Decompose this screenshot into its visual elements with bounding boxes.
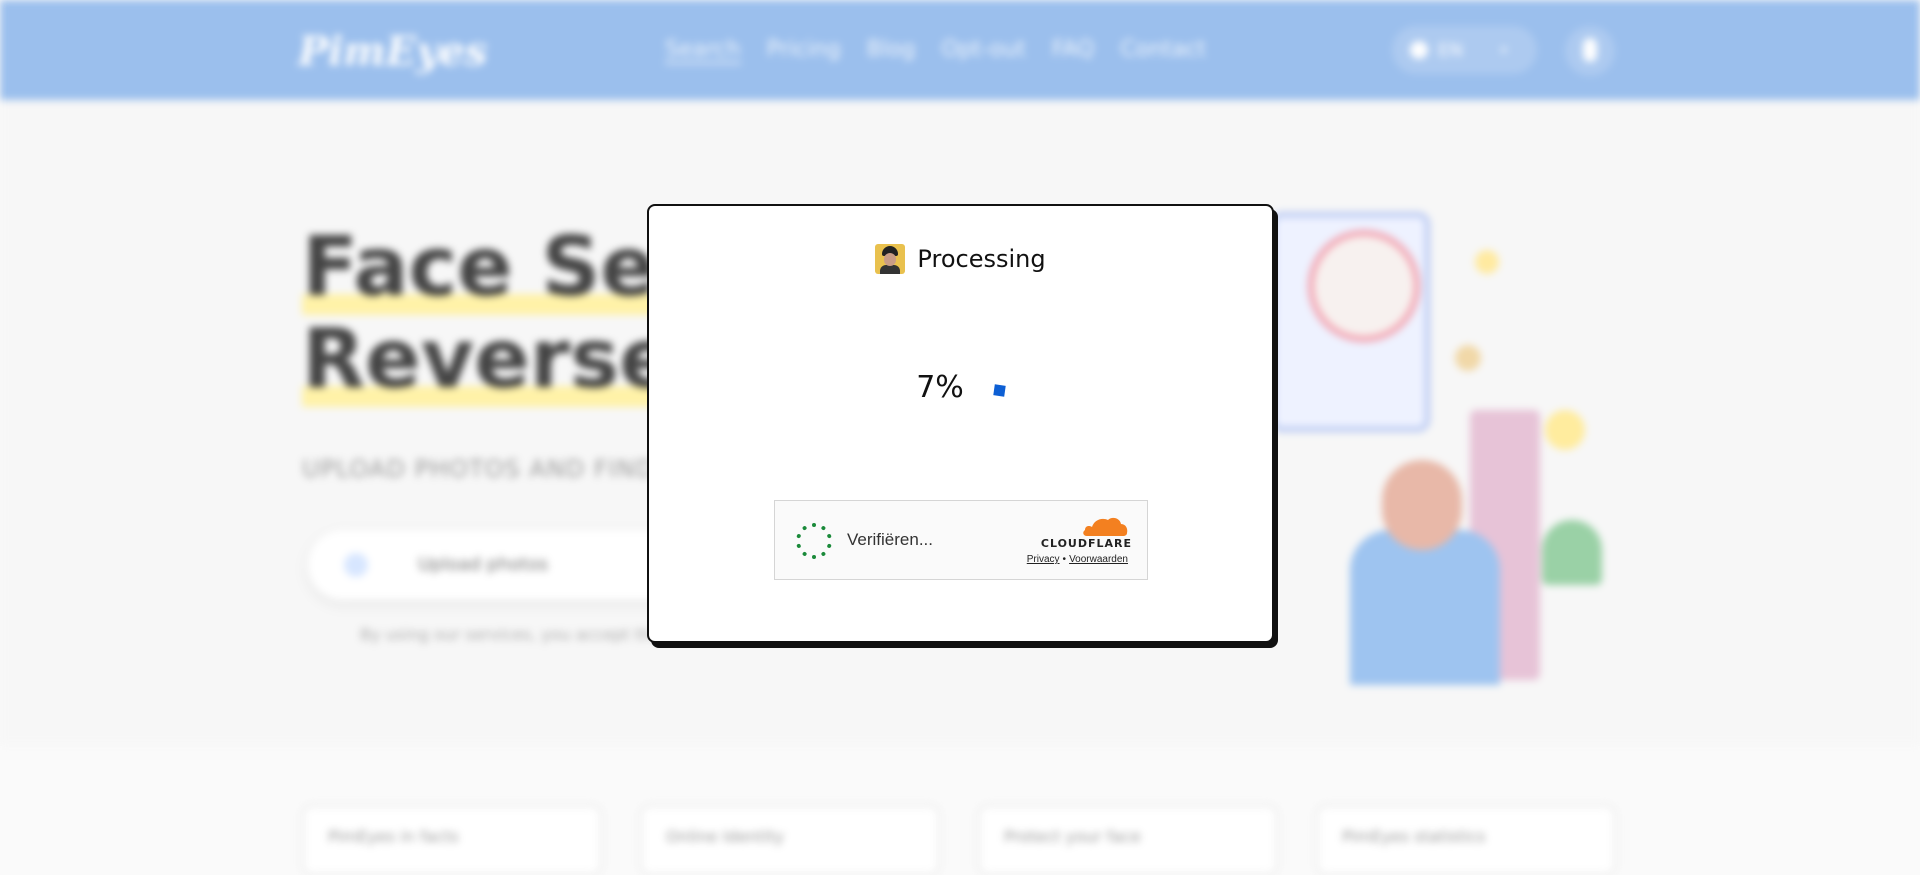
language-selector[interactable]: EN ▾ (1392, 26, 1537, 74)
sun-graphic (1545, 410, 1585, 450)
spinner-dot (820, 525, 827, 531)
spinner-dot (796, 543, 802, 549)
turnstile-links: Privacy • Voorwaarden (1027, 554, 1128, 565)
progress-percent: 7% (916, 370, 964, 405)
spinner-dot (801, 525, 808, 531)
nav-item-pricing[interactable]: Pricing (767, 37, 841, 64)
hero-illustration (1270, 200, 1630, 690)
language-label: EN (1438, 39, 1463, 61)
cloudflare-logo[interactable]: CLOUDFLARE (1037, 515, 1132, 550)
spinner-dot (801, 551, 808, 557)
top-navigation-bar: PimEyes Search Pricing Blog Opt-out FAQ … (0, 0, 1920, 100)
uploaded-photo-thumbnail (875, 244, 906, 274)
feature-card[interactable]: PimEyes statistics (1316, 805, 1616, 875)
sparkle-graphic (1475, 250, 1499, 274)
cloudflare-cloud-icon (1083, 517, 1128, 536)
bush-graphic (1542, 520, 1602, 585)
nav-item-search[interactable]: Search (665, 37, 741, 64)
spinner-dot (820, 551, 827, 557)
spinner-dot (826, 533, 832, 539)
processing-modal: Processing 7% Verifiëren... CLOUDFLARE P… (647, 204, 1274, 643)
user-account-button[interactable] (1565, 26, 1615, 76)
hero-subtitle: UPLOAD PHOTOS AND FIND (302, 455, 656, 483)
progress-row: 7% (649, 370, 1272, 405)
sparkle-graphic (1455, 345, 1481, 371)
person-body-graphic (1350, 530, 1500, 685)
cloudflare-wordmark: CLOUDFLARE (1040, 537, 1132, 550)
spinner-dot (826, 543, 832, 549)
privacy-link[interactable]: Privacy (1027, 554, 1060, 565)
site-logo[interactable]: PimEyes (298, 28, 487, 75)
terms-link[interactable]: Voorwaarden (1069, 554, 1128, 565)
link-separator: • (1062, 554, 1067, 565)
feature-card[interactable]: Protect your face (978, 805, 1278, 875)
verification-status: Verifiëren... (847, 530, 933, 549)
verifying-spinner-icon (795, 522, 833, 560)
loading-square-icon (993, 384, 1006, 397)
person-head-graphic (1382, 460, 1462, 550)
magnifier-graphic (1308, 230, 1420, 342)
chevron-down-icon: ▾ (1500, 43, 1507, 57)
modal-header: Processing (649, 244, 1272, 274)
nav-item-contact[interactable]: Contact (1120, 37, 1206, 64)
cloudflare-turnstile-widget[interactable]: Verifiëren... CLOUDFLARE Privacy • Voorwaa… (774, 500, 1148, 580)
modal-title: Processing (917, 245, 1046, 273)
spinner-dot (796, 533, 802, 539)
feature-cards: PimEyes in facts Online Identity Protect… (302, 805, 1616, 875)
spinner-dot (812, 555, 816, 559)
feature-card[interactable]: Online Identity (640, 805, 940, 875)
upload-icon (344, 553, 368, 577)
main-nav: Search Pricing Blog Opt-out FAQ Contact (665, 37, 1206, 64)
nav-item-faq[interactable]: FAQ (1052, 37, 1095, 64)
globe-icon (1410, 41, 1428, 59)
nav-item-opt-out[interactable]: Opt-out (941, 37, 1025, 64)
feature-card[interactable]: PimEyes in facts (302, 805, 602, 875)
nav-item-blog[interactable]: Blog (867, 37, 916, 64)
spinner-dot (812, 523, 816, 527)
upload-placeholder: Upload photos (418, 554, 549, 575)
